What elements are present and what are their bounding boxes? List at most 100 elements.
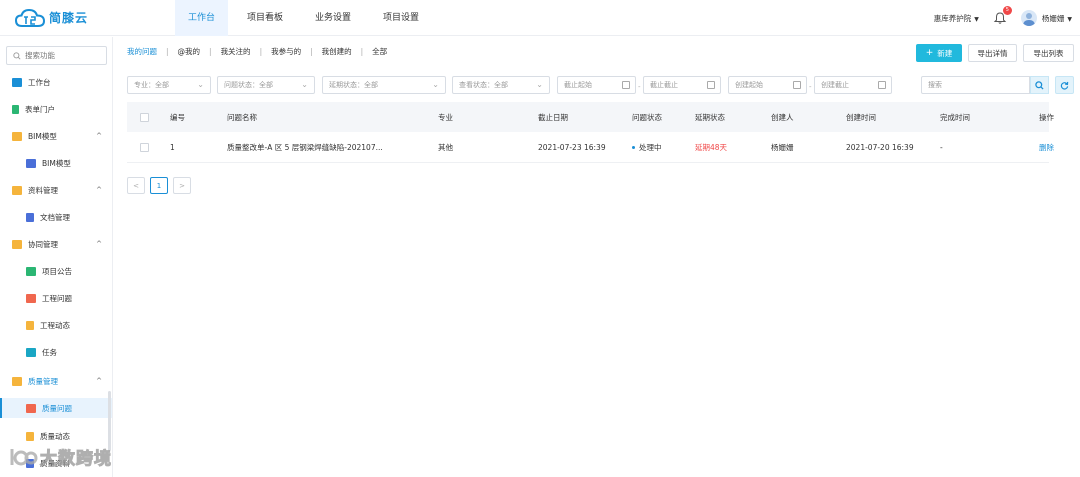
sidebar-group-quality[interactable]: 质量管理 ^ bbox=[0, 371, 112, 391]
nav-business-settings[interactable]: 业务设置 bbox=[302, 0, 364, 36]
tab-separator: | bbox=[360, 47, 364, 56]
tab-followed[interactable]: 我关注的 bbox=[221, 46, 251, 57]
col-actions: 操作 bbox=[1039, 112, 1054, 122]
top-header: 简膝云 工作台 项目看板 业务设置 项目设置 惠库养护院 ▼ 5 杨姗姗 ▼ bbox=[0, 0, 1080, 36]
tab-separator: | bbox=[310, 47, 313, 56]
cell-deadline: 2021-07-23 16:39 bbox=[538, 142, 606, 152]
col-major: 专业 bbox=[438, 112, 453, 122]
sidebar-item-engineering-issue[interactable]: 工程问题 bbox=[0, 288, 112, 308]
col-creator: 创建人 bbox=[771, 112, 794, 122]
main-content: 我的问题 | @我的 | 我关注的 | 我参与的 | 我创建的 | 全部 + 新… bbox=[113, 37, 1080, 477]
view-status-filter-select[interactable]: 查看状态：全部 ⌄ bbox=[452, 76, 550, 94]
notification-button[interactable]: 5 bbox=[993, 6, 1012, 25]
issue-icon bbox=[26, 403, 36, 413]
form-icon bbox=[12, 104, 19, 114]
sidebar-group-docs[interactable]: 资料管理 ^ bbox=[0, 180, 112, 200]
sidebar-item-workbench[interactable]: 工作台 bbox=[0, 72, 112, 92]
tab-all[interactable]: 全部 bbox=[372, 46, 387, 57]
caret-down-icon: ▼ bbox=[974, 15, 979, 23]
brand-logo[interactable]: 简膝云 bbox=[0, 7, 113, 29]
tab-participated[interactable]: 我参与的 bbox=[271, 46, 301, 57]
deadline-end-picker[interactable]: 截止截止 bbox=[643, 76, 721, 94]
checkbox[interactable] bbox=[140, 142, 149, 152]
search-input[interactable]: 搜索 bbox=[921, 76, 1030, 94]
user-menu[interactable]: 杨姗姗 ▼ bbox=[1042, 13, 1072, 24]
sidebar-item-task[interactable]: 任务 bbox=[0, 342, 112, 362]
major-filter-select[interactable]: 专业：全部 ⌄ bbox=[127, 76, 211, 94]
refresh-button[interactable] bbox=[1055, 76, 1074, 94]
row-checkbox[interactable] bbox=[140, 132, 149, 162]
sidebar-item-project-announcement[interactable]: 项目公告 bbox=[0, 261, 112, 281]
watermark: 大数跨境 bbox=[8, 444, 112, 470]
cell-delay-status: 延期48天 bbox=[695, 142, 728, 152]
status-dot-icon bbox=[632, 145, 635, 149]
sidebar-item-bim-model[interactable]: BIM模型 bbox=[0, 153, 112, 173]
export-list-button[interactable]: 导出列表 bbox=[1023, 44, 1074, 62]
sidebar-group-bim[interactable]: BIM模型 ^ bbox=[0, 126, 112, 146]
watermark-text: 大数跨境 bbox=[40, 449, 112, 470]
checkbox[interactable] bbox=[140, 112, 149, 122]
search-icon bbox=[1035, 80, 1044, 90]
search-button[interactable] bbox=[1030, 76, 1049, 94]
issue-icon bbox=[26, 293, 36, 303]
sidebar-item-label: 质量管理 bbox=[28, 376, 58, 386]
sidebar-item-label: 工程动态 bbox=[40, 320, 70, 330]
sidebar-item-quality-activity[interactable]: 质量动态 bbox=[0, 426, 112, 446]
range-separator: - bbox=[809, 83, 812, 91]
tab-mentioned-me[interactable]: @我的 bbox=[178, 46, 201, 57]
cell-issue-name[interactable]: 质量整改单-A 区 5 层钢梁焊缝缺陷-202107... bbox=[227, 132, 383, 162]
sidebar-group-collab[interactable]: 协同管理 ^ bbox=[0, 234, 112, 254]
cell-number: 1 bbox=[170, 142, 175, 152]
new-button[interactable]: + 新建 bbox=[916, 44, 962, 62]
next-page-button[interactable]: > bbox=[173, 177, 191, 194]
refresh-icon bbox=[1060, 81, 1069, 90]
chevron-up-icon: ^ bbox=[96, 240, 102, 248]
document-icon bbox=[26, 212, 34, 222]
sidebar-item-label: 资料管理 bbox=[28, 185, 58, 195]
dashboard-icon bbox=[12, 77, 22, 87]
activity-icon bbox=[26, 431, 34, 441]
tab-created[interactable]: 我创建的 bbox=[322, 46, 352, 57]
col-delay-status: 延期状态 bbox=[695, 112, 725, 122]
select-all-checkbox[interactable] bbox=[140, 102, 149, 132]
prev-page-button[interactable]: < bbox=[127, 177, 145, 194]
tab-separator: | bbox=[166, 47, 169, 56]
sidebar-item-document-management[interactable]: 文档管理 bbox=[0, 207, 112, 227]
nav-project-board[interactable]: 项目看板 bbox=[234, 0, 296, 36]
tab-separator: | bbox=[209, 47, 212, 56]
deadline-start-picker[interactable]: 截止起始 bbox=[557, 76, 636, 94]
chevron-up-icon: ^ bbox=[96, 186, 102, 194]
nav-workbench[interactable]: 工作台 bbox=[175, 0, 229, 36]
nav-project-settings[interactable]: 项目设置 bbox=[370, 0, 432, 36]
folder-icon bbox=[12, 131, 22, 141]
delay-status-filter-select[interactable]: 延期状态：全部 ⌄ bbox=[322, 76, 446, 94]
sidebar-item-label: 文档管理 bbox=[40, 212, 70, 222]
sidebar-item-engineering-activity[interactable]: 工程动态 bbox=[0, 315, 112, 335]
avatar[interactable] bbox=[1020, 10, 1037, 26]
issue-status-filter-select[interactable]: 问题状态：全部 ⌄ bbox=[217, 76, 315, 94]
tab-separator: | bbox=[259, 47, 263, 56]
folder-icon bbox=[12, 376, 22, 386]
activity-icon bbox=[26, 320, 34, 330]
sidebar-item-form-portal[interactable]: 表单门户 bbox=[0, 99, 112, 119]
building-icon bbox=[26, 158, 36, 168]
cell-creator: 杨姗姗 bbox=[771, 142, 794, 152]
sidebar-search[interactable] bbox=[6, 46, 107, 65]
export-detail-button[interactable]: 导出详情 bbox=[968, 44, 1017, 62]
sidebar-item-quality-issue[interactable]: 质量问题 bbox=[0, 398, 112, 418]
top-nav: 工作台 项目看板 业务设置 项目设置 bbox=[175, 0, 438, 36]
created-start-picker[interactable]: 创建起始 bbox=[728, 76, 807, 94]
table-row[interactable]: 1 质量整改单-A 区 5 层钢梁焊缝缺陷-202107... 其他 2021-… bbox=[127, 132, 1054, 163]
sidebar-search-input[interactable] bbox=[25, 51, 105, 60]
org-selector[interactable]: 惠库养护院 ▼ bbox=[934, 13, 979, 24]
delete-link[interactable]: 删除 bbox=[1039, 132, 1054, 162]
folder-icon bbox=[12, 185, 22, 195]
sidebar-scrollbar[interactable] bbox=[108, 391, 111, 451]
issue-table: 编号 问题名称 专业 截止日期 问题状态 延期状态 创建人 创建时间 完成时间 … bbox=[127, 102, 1054, 163]
created-end-picker[interactable]: 创建截止 bbox=[814, 76, 892, 94]
range-separator: - bbox=[638, 83, 641, 91]
cell-issue-status: 处理中 bbox=[632, 132, 662, 162]
tab-my-issues[interactable]: 我的问题 bbox=[127, 46, 157, 57]
page-number-button[interactable]: 1 bbox=[150, 177, 168, 194]
created-start-value: 创建起始 bbox=[735, 81, 763, 89]
